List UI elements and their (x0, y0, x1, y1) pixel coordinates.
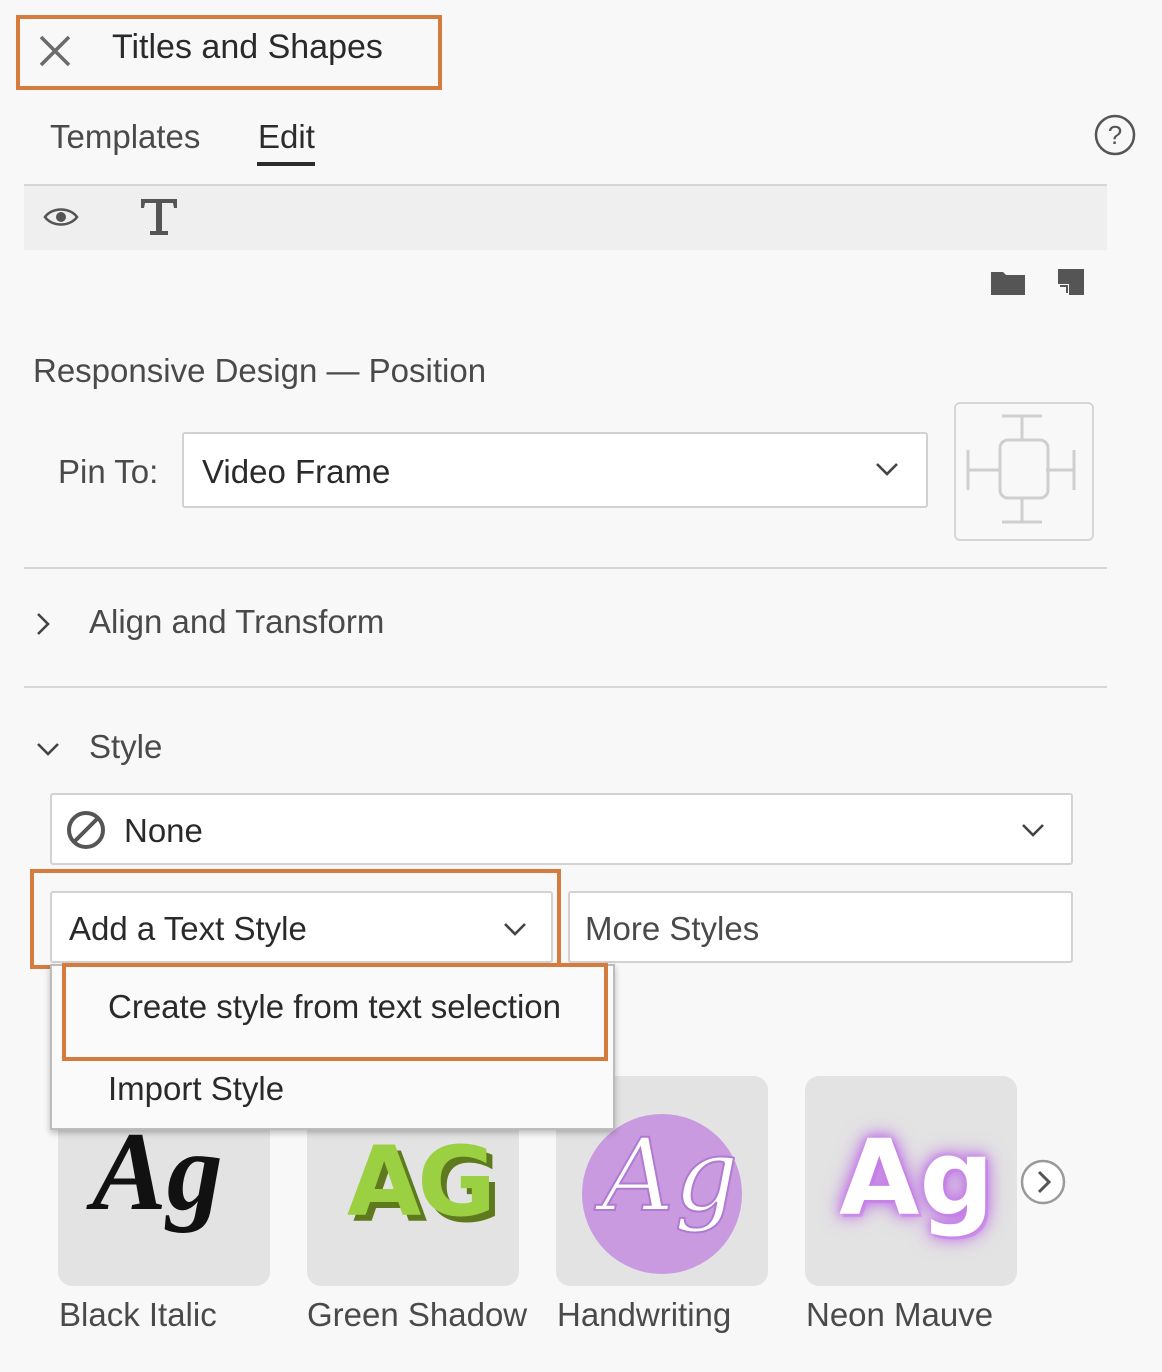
add-text-style-dropdown[interactable]: Add a Text Style (50, 891, 553, 963)
svg-text:?: ? (1108, 120, 1122, 150)
pin-to-label: Pin To: (58, 453, 159, 490)
style-dropdown[interactable]: None (50, 793, 1073, 865)
eye-icon[interactable] (43, 205, 79, 229)
align-transform-heading[interactable]: Align and Transform (89, 603, 384, 641)
tab-templates[interactable]: Templates (50, 118, 200, 156)
chevron-down-icon[interactable] (35, 740, 61, 758)
new-item-icon[interactable] (1057, 268, 1085, 296)
style-label-neon-mauve: Neon Mauve (806, 1296, 994, 1333)
pin-to-dropdown[interactable]: Video Frame (182, 432, 928, 508)
titles-and-shapes-panel: Titles and Shapes Templates Edit ? Respo… (0, 0, 1162, 1372)
toolbar (24, 186, 1107, 250)
style-preview-glyph: AG (347, 1126, 496, 1238)
style-thumb-neon-mauve[interactable]: Ag (805, 1076, 1017, 1286)
chevron-down-icon (504, 923, 526, 936)
section-divider (24, 567, 1107, 569)
more-styles-label: More Styles (585, 910, 760, 947)
section-divider (24, 686, 1107, 688)
folder-icon[interactable] (990, 269, 1026, 296)
next-arrow-icon[interactable] (1019, 1158, 1067, 1206)
position-pin-icon (966, 414, 1076, 524)
add-text-style-label: Add a Text Style (69, 910, 307, 947)
style-label-handwriting: Handwriting (557, 1296, 732, 1333)
none-icon (67, 811, 105, 849)
style-preview-glyph: Ag (839, 1117, 994, 1239)
panel-title: Titles and Shapes (112, 28, 383, 66)
style-value: None (124, 812, 203, 849)
help-icon[interactable]: ? (1093, 113, 1137, 157)
responsive-design-heading: Responsive Design — Position (33, 352, 487, 389)
add-text-style-menu: Create style from text selection Import … (50, 964, 615, 1130)
style-heading[interactable]: Style (89, 728, 162, 766)
active-tab-indicator (257, 162, 315, 166)
chevron-down-icon (876, 463, 898, 476)
tab-edit[interactable]: Edit (258, 118, 315, 156)
close-icon[interactable] (38, 34, 72, 68)
style-label-black-italic: Black Italic (59, 1296, 217, 1333)
menu-item-import-style[interactable]: Import Style (108, 1070, 284, 1108)
more-styles-button[interactable]: More Styles (568, 891, 1073, 963)
text-tool-icon[interactable] (139, 197, 179, 237)
menu-item-create-style[interactable]: Create style from text selection (108, 988, 561, 1026)
chevron-right-icon[interactable] (34, 611, 52, 637)
chevron-down-icon (1022, 824, 1044, 837)
pin-to-value: Video Frame (202, 453, 391, 490)
position-pin-widget[interactable] (954, 402, 1094, 541)
style-label-green-shadow: Green Shadow (307, 1296, 528, 1333)
style-preview-glyph: Ag (92, 1110, 223, 1234)
style-preview-glyph: Ag (601, 1117, 739, 1234)
